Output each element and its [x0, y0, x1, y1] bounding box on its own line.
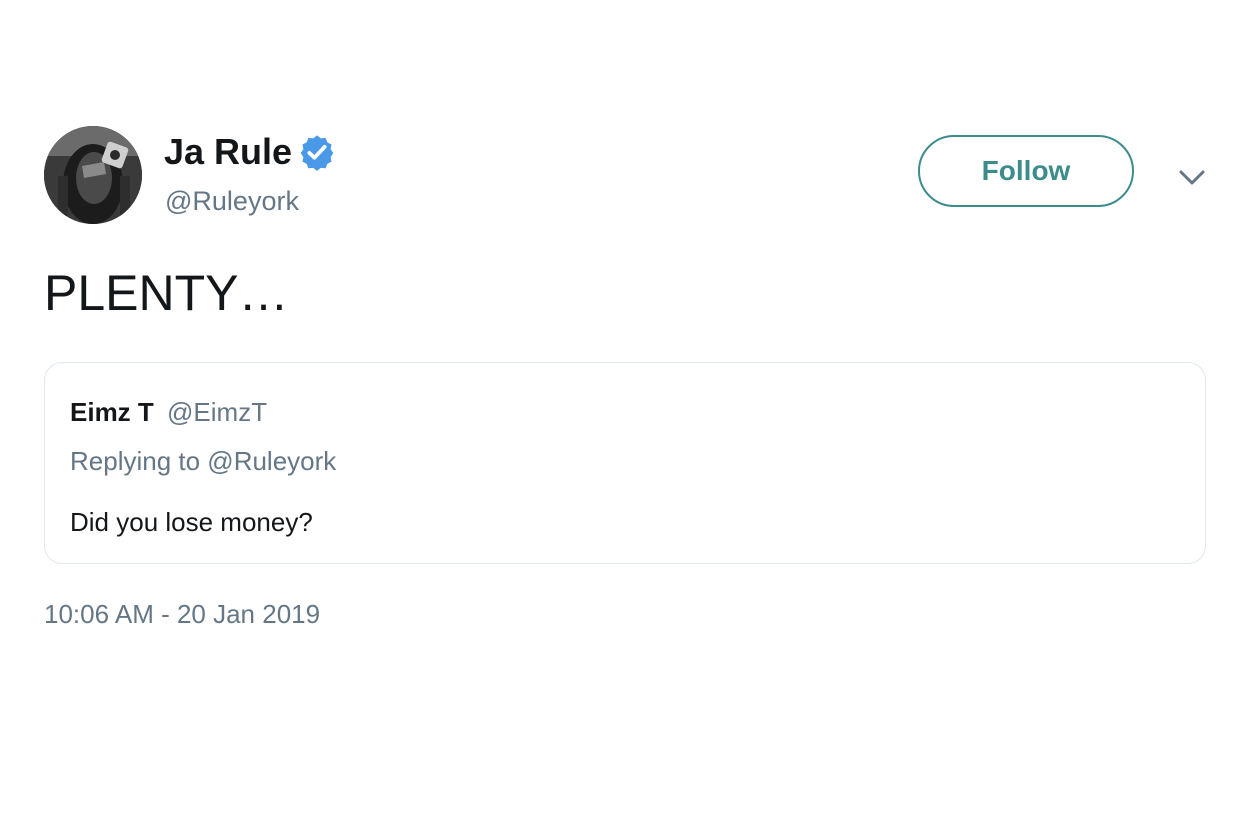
chevron-down-icon[interactable]: [1176, 164, 1208, 192]
quoted-tweet-header: Eimz T @EimzT: [70, 396, 267, 428]
quoted-tweet-replying-to: Replying to @Ruleyork: [70, 446, 337, 476]
quoted-tweet-display-name: Eimz T: [70, 397, 154, 427]
tweet-text: PLENTY…: [44, 265, 289, 321]
avatar-photo: [44, 126, 142, 224]
author-display-name[interactable]: Ja Rule: [164, 130, 292, 174]
quoted-tweet[interactable]: Eimz T @EimzT Replying to @Ruleyork Did …: [44, 362, 1206, 564]
author-handle[interactable]: @Ruleyork: [165, 184, 299, 218]
follow-button[interactable]: Follow: [918, 135, 1134, 207]
quoted-tweet-handle: @EimzT: [167, 397, 268, 427]
quoted-tweet-text: Did you lose money?: [70, 507, 313, 537]
author-avatar[interactable]: [44, 126, 142, 224]
tweet-card: Ja Rule @Ruleyork Follow PLENTY… Eimz T …: [0, 0, 1242, 817]
tweet-timestamp[interactable]: 10:06 AM - 20 Jan 2019: [44, 598, 320, 630]
verified-badge-icon: [300, 135, 334, 171]
